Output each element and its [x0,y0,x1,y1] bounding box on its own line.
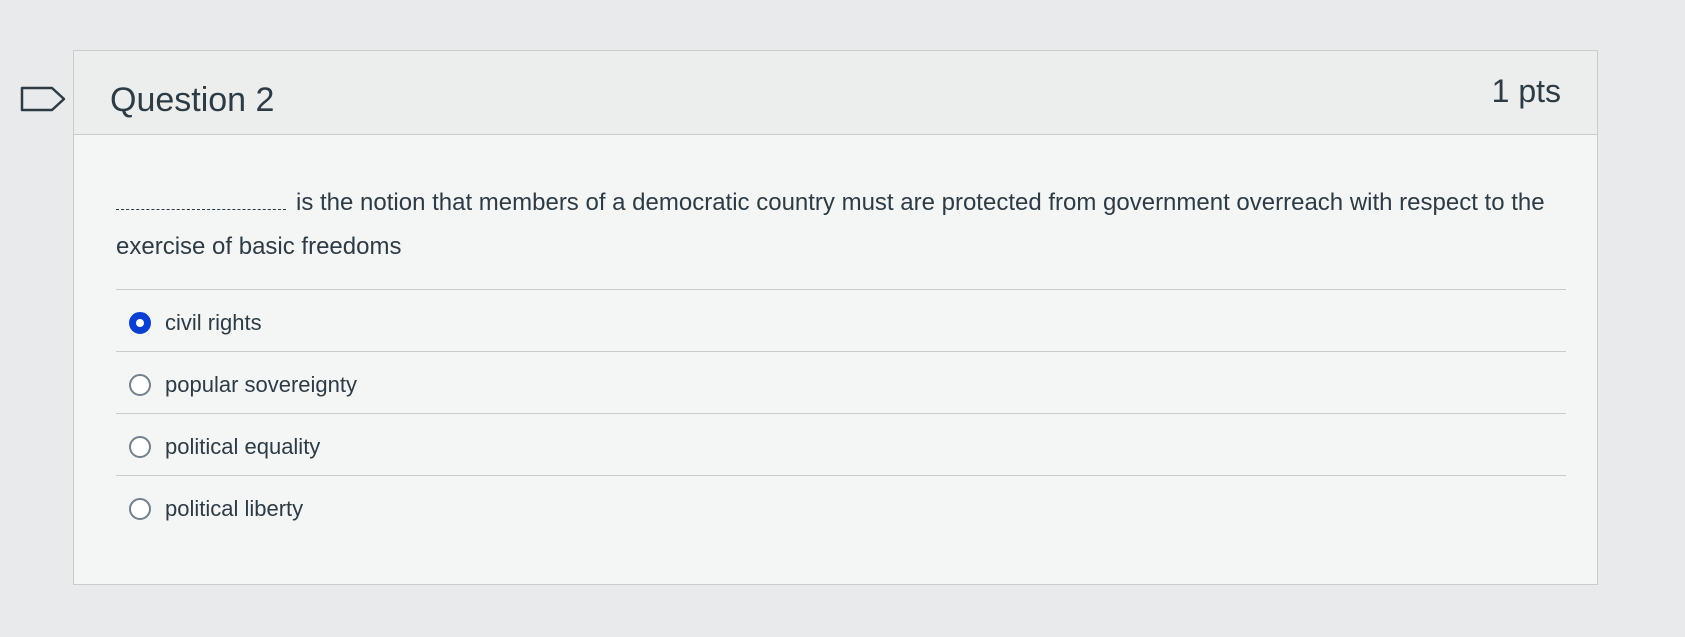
question-points: 1 pts [1491,73,1561,109]
divider [116,289,1566,290]
question-title: Question 2 [110,81,275,119]
radio-unselected-icon[interactable] [129,498,151,520]
question-body: is the notion that members of a democrat… [116,181,1576,269]
fill-in-blank [116,189,286,210]
question-card: Question 2 1 pts is the notion that memb… [73,50,1598,585]
answer-label: political equality [165,434,321,459]
radio-unselected-icon[interactable] [129,374,151,396]
question-text-content: is the notion that members of a democrat… [116,189,1545,260]
radio-unselected-icon[interactable] [129,436,151,458]
answer-option-civil-rights[interactable]: civil rights [129,303,262,343]
question-header: Question 2 1 pts [74,51,1597,135]
radio-selected-icon[interactable] [129,312,151,334]
answer-option-political-liberty[interactable]: political liberty [129,489,303,529]
divider [116,413,1566,414]
answer-label: political liberty [165,496,304,521]
answer-option-popular-sovereignty[interactable]: popular sovereignty [129,365,357,405]
answer-label: popular sovereignty [165,372,358,397]
flag-question-icon[interactable] [20,86,66,112]
question-text: is the notion that members of a democrat… [116,181,1576,269]
divider [116,475,1566,476]
divider [116,351,1566,352]
answer-option-political-equality[interactable]: political equality [129,427,320,467]
answer-label: civil rights [165,310,262,335]
